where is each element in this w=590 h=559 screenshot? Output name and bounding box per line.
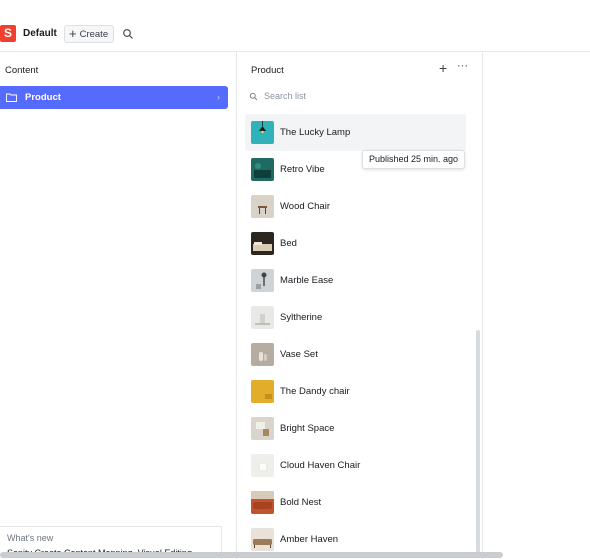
document-thumbnail [251,491,274,514]
document-thumbnail [251,343,274,366]
document-thumbnail [251,158,274,181]
studio-logo[interactable]: S [0,25,16,42]
whats-new-heading: What's new [7,533,54,543]
search-list-field[interactable] [249,88,469,104]
document-title: Bed [280,238,297,249]
create-button-label: Create [79,28,109,40]
top-navbar: S Default + Create [0,0,590,52]
document-title: Marble Ease [280,275,334,286]
document-thumbnail [251,528,274,551]
document-title: Retro Vibe [280,164,325,175]
product-pane: Product + ··· The Lucky Lamp Retro Vibe … [237,52,483,559]
document-title: Wood Chair [280,201,330,212]
content-pane-title: Content [5,65,39,76]
search-list-input[interactable] [264,91,454,101]
document-list: The Lucky Lamp Retro Vibe Wood Chair Bed… [245,114,466,558]
product-pane-title: Product [251,65,284,76]
search-icon [249,92,258,100]
search-icon[interactable] [122,28,134,40]
content-pane: Content Product › What's new Sanity Crea… [0,52,237,559]
plus-icon: + [69,26,77,41]
content-item-product[interactable]: Product › [0,86,228,109]
folder-icon [6,93,17,102]
publish-status-tooltip: Published 25 min. ago [362,150,466,169]
document-title: Amber Haven [280,534,339,545]
workspace-name[interactable]: Default [23,28,57,39]
document-title: Bold Nest [280,497,322,508]
document-thumbnail [251,417,274,440]
chevron-right-icon: › [217,92,220,102]
document-title: The Lucky Lamp [280,127,351,138]
more-options-icon[interactable]: ··· [457,60,468,72]
horizontal-scrollbar[interactable] [0,552,503,558]
list-item[interactable]: Syltherine [245,299,466,336]
list-item[interactable]: Marble Ease [245,262,466,299]
document-thumbnail [251,195,274,218]
add-document-button[interactable]: + [439,61,447,75]
create-button[interactable]: + Create [64,25,114,43]
document-thumbnail [251,121,274,144]
document-thumbnail [251,454,274,477]
document-thumbnail [251,306,274,329]
document-thumbnail [251,269,274,292]
list-item[interactable]: Bold Nest [245,484,466,521]
list-item[interactable]: Bed [245,225,466,262]
document-title: Syltherine [280,312,323,323]
list-item[interactable]: Vase Set [245,336,466,373]
document-title: Cloud Haven Chair [280,460,361,471]
document-thumbnail [251,232,274,255]
document-thumbnail [251,380,274,403]
vertical-scrollbar[interactable] [476,330,480,555]
document-title: Bright Space [280,423,335,434]
content-item-label: Product [25,92,61,103]
document-title: The Dandy chair [280,386,350,397]
list-item[interactable]: The Lucky Lamp [245,114,466,151]
list-item[interactable]: The Dandy chair [245,373,466,410]
list-item[interactable]: Bright Space [245,410,466,447]
list-item[interactable]: Wood Chair [245,188,466,225]
document-title: Vase Set [280,349,318,360]
list-item[interactable]: Cloud Haven Chair [245,447,466,484]
